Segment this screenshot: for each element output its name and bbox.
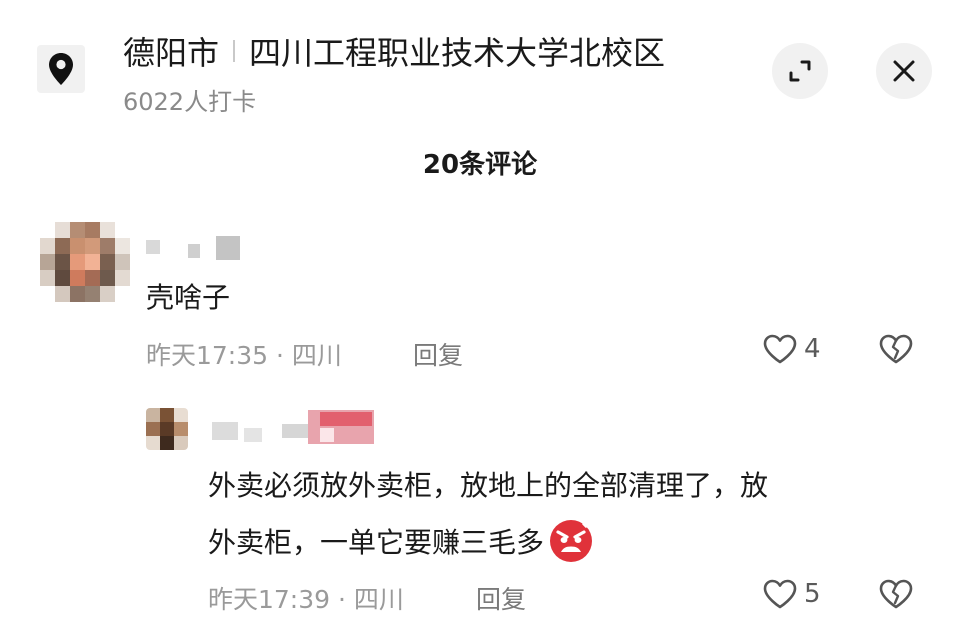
expand-button[interactable]	[772, 43, 828, 99]
dislike-button[interactable]	[878, 333, 914, 369]
broken-heart-icon	[879, 334, 913, 364]
location-icon	[37, 45, 85, 93]
avatar[interactable]	[146, 408, 188, 450]
comment-meta: 昨天17:39 · 四川	[208, 585, 404, 614]
broken-heart-icon	[879, 579, 913, 609]
location-city: 德阳市	[123, 34, 220, 72]
comment-text-line1: 外卖必须放外卖柜，放地上的全部清理了，放	[208, 469, 769, 502]
comment-text-line2: 外卖柜，一单它要赚三毛多	[208, 526, 545, 559]
comment-meta: 昨天17:35 · 四川	[146, 341, 342, 370]
avatar[interactable]	[40, 222, 130, 302]
reply-button[interactable]: 回复	[476, 580, 526, 616]
location-title[interactable]: 德阳市 四川工程职业技术大学北校区	[123, 28, 665, 74]
like-button[interactable]: 4	[762, 333, 821, 365]
username[interactable]	[146, 234, 246, 262]
like-count: 5	[804, 579, 821, 609]
like-count: 4	[804, 334, 821, 364]
expand-icon	[789, 60, 811, 82]
reply-button[interactable]: 回复	[413, 336, 463, 372]
dislike-button[interactable]	[878, 578, 914, 614]
heart-icon	[763, 579, 797, 609]
title-divider	[233, 40, 236, 62]
comment-count: 20条评论	[422, 150, 538, 180]
username[interactable]	[212, 410, 382, 446]
close-button[interactable]	[876, 43, 932, 99]
checkin-count: 6022人打卡	[123, 88, 257, 116]
angry-face-emoji-icon	[550, 520, 593, 562]
like-button[interactable]: 5	[762, 578, 821, 610]
location-place-name: 四川工程职业技术大学北校区	[249, 34, 666, 72]
heart-icon	[763, 334, 797, 364]
close-icon	[893, 60, 915, 82]
comment-text: 壳啥子	[146, 281, 231, 314]
